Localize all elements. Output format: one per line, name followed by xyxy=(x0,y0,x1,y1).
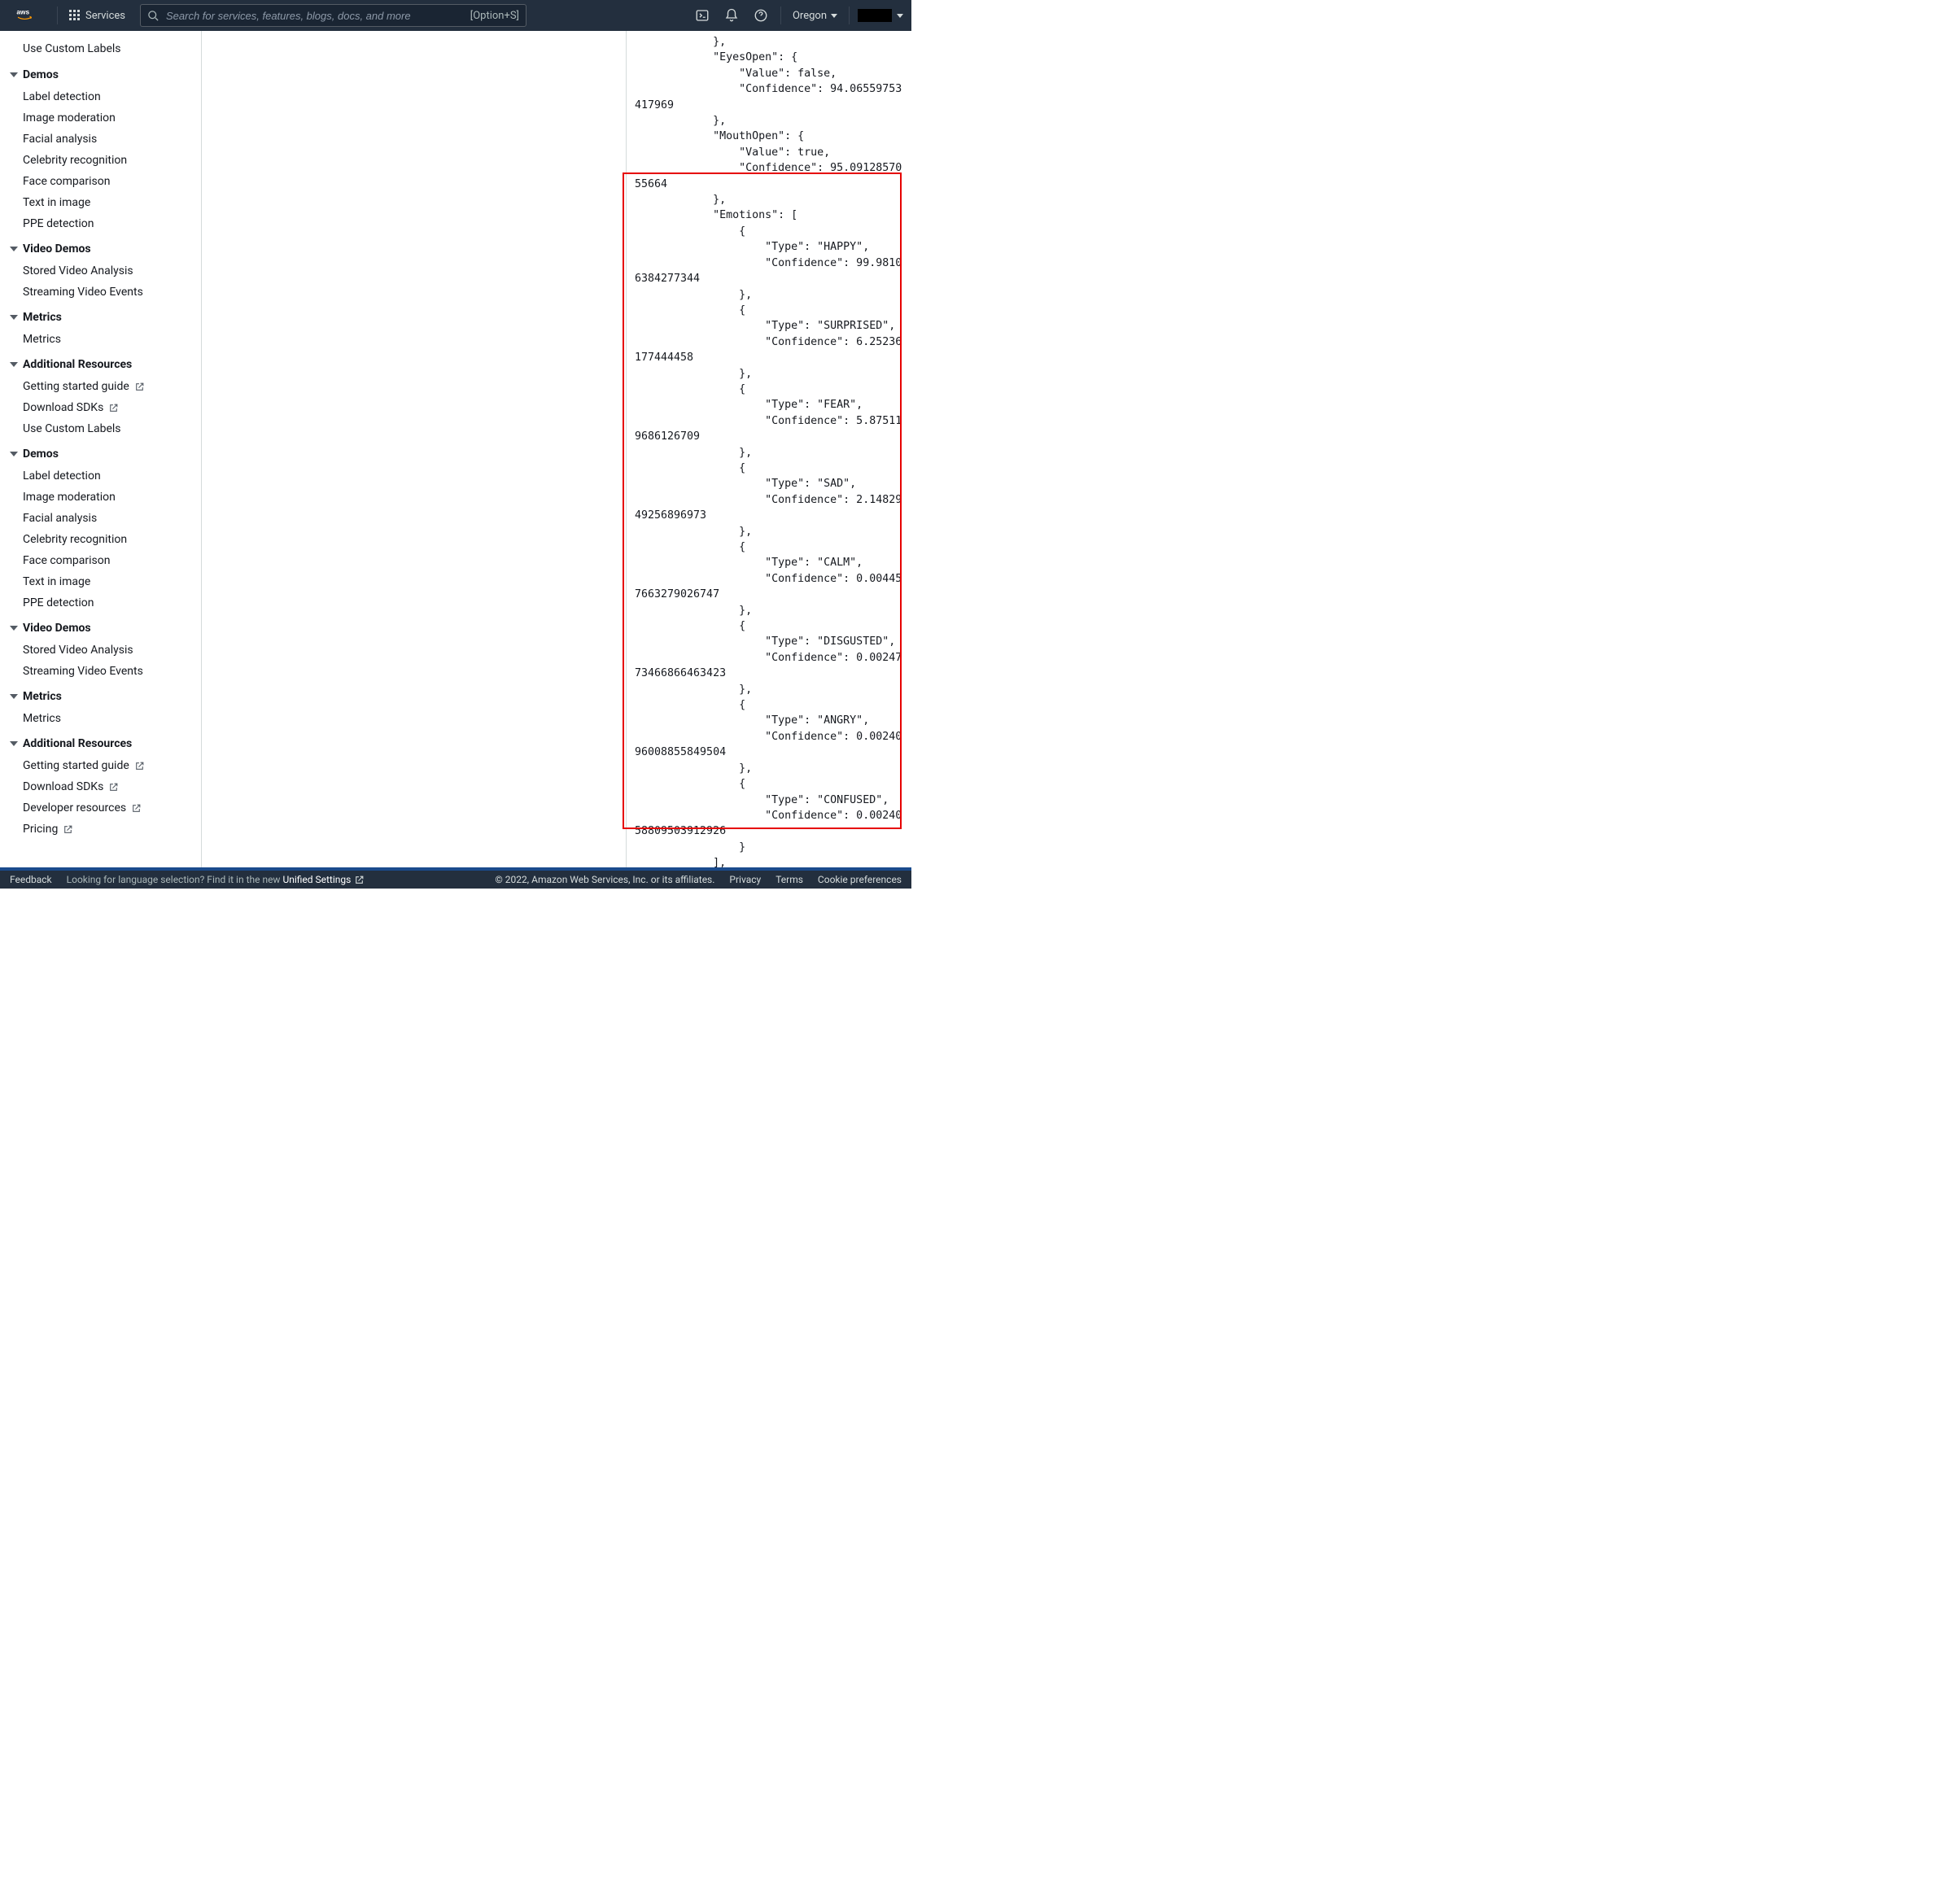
search-input[interactable] xyxy=(166,10,464,22)
svg-text:aws: aws xyxy=(16,7,29,15)
help-icon[interactable] xyxy=(746,3,776,28)
language-prompt: Looking for language selection? Find it … xyxy=(67,874,365,885)
sidebar-item-stored-video-analysis[interactable]: Stored Video Analysis xyxy=(0,260,201,282)
sidebar-section-video-demos[interactable]: Video Demos xyxy=(0,614,201,640)
terms-link[interactable]: Terms xyxy=(776,874,803,885)
notifications-icon[interactable] xyxy=(717,3,746,28)
sidebar-item-getting-started-guide[interactable]: Getting started guide xyxy=(0,376,201,397)
external-link-icon xyxy=(108,782,119,793)
external-link-icon xyxy=(134,761,145,771)
chevron-down-icon xyxy=(897,14,903,18)
sidebar-item-label-detection[interactable]: Label detection xyxy=(0,465,201,487)
sidebar: Use Custom Labels Demos Label detection … xyxy=(0,31,202,867)
external-link-icon xyxy=(354,875,365,885)
sidebar-item-face-comparison[interactable]: Face comparison xyxy=(0,171,201,192)
sidebar-item-use-custom-labels[interactable]: Use Custom Labels xyxy=(0,37,201,60)
section-label: Additional Resources xyxy=(23,737,132,750)
section-label: Metrics xyxy=(23,311,62,324)
footer: Feedback Looking for language selection?… xyxy=(0,867,911,889)
caret-down-icon xyxy=(10,315,18,320)
section-label: Additional Resources xyxy=(23,358,132,371)
sidebar-section-additional-resources[interactable]: Additional Resources xyxy=(0,729,201,755)
grid-icon xyxy=(69,10,81,21)
feedback-link[interactable]: Feedback xyxy=(10,874,52,885)
search-icon xyxy=(147,10,159,22)
sidebar-section-video-demos[interactable]: Video Demos xyxy=(0,234,201,260)
caret-down-icon xyxy=(10,72,18,77)
services-menu[interactable]: Services xyxy=(63,7,132,25)
sidebar-item-text-in-image[interactable]: Text in image xyxy=(0,192,201,213)
sidebar-item-ppe-detection[interactable]: PPE detection xyxy=(0,213,201,234)
sidebar-item-download-sdks[interactable]: Download SDKs xyxy=(0,397,201,418)
cloudshell-icon[interactable] xyxy=(688,3,717,28)
region-selector[interactable]: Oregon xyxy=(786,10,844,22)
copyright-text: © 2022, Amazon Web Services, Inc. or its… xyxy=(495,874,714,885)
aws-logo[interactable]: aws xyxy=(8,4,52,27)
sidebar-item-stored-video-analysis[interactable]: Stored Video Analysis xyxy=(0,640,201,661)
external-link-icon xyxy=(134,382,145,392)
sidebar-item-streaming-video-events[interactable]: Streaming Video Events xyxy=(0,282,201,303)
sidebar-item-use-custom-labels-2[interactable]: Use Custom Labels xyxy=(0,418,201,439)
sidebar-item-image-moderation[interactable]: Image moderation xyxy=(0,107,201,129)
sidebar-item-face-comparison[interactable]: Face comparison xyxy=(0,550,201,571)
sidebar-item-developer-resources[interactable]: Developer resources xyxy=(0,797,201,819)
search-box[interactable]: [Option+S] xyxy=(140,4,526,27)
sidebar-section-metrics[interactable]: Metrics xyxy=(0,682,201,708)
main-content xyxy=(202,31,627,867)
json-response-text: }, "EyesOpen": { "Value": false, "Confid… xyxy=(635,34,905,867)
unified-settings-link[interactable]: Unified Settings xyxy=(282,874,365,885)
divider xyxy=(849,7,850,24)
section-label: Video Demos xyxy=(23,242,91,255)
json-response-panel[interactable]: }, "EyesOpen": { "Value": false, "Confid… xyxy=(627,31,911,867)
external-link-icon xyxy=(108,403,119,413)
sidebar-section-additional-resources[interactable]: Additional Resources xyxy=(0,350,201,376)
sidebar-section-metrics[interactable]: Metrics xyxy=(0,303,201,329)
sidebar-item-getting-started-guide[interactable]: Getting started guide xyxy=(0,755,201,776)
caret-down-icon xyxy=(10,247,18,251)
caret-down-icon xyxy=(10,362,18,367)
sidebar-item-streaming-video-events[interactable]: Streaming Video Events xyxy=(0,661,201,682)
caret-down-icon xyxy=(10,452,18,456)
user-menu-redacted[interactable] xyxy=(858,9,892,22)
chevron-down-icon xyxy=(831,14,837,18)
sidebar-item-metrics[interactable]: Metrics xyxy=(0,708,201,729)
sidebar-item-celebrity-recognition[interactable]: Celebrity recognition xyxy=(0,529,201,550)
region-label: Oregon xyxy=(793,10,827,22)
services-label: Services xyxy=(85,10,125,22)
external-link-icon xyxy=(131,803,142,814)
sidebar-section-demos[interactable]: Demos xyxy=(0,60,201,86)
sidebar-item-download-sdks[interactable]: Download SDKs xyxy=(0,776,201,797)
sidebar-item-text-in-image[interactable]: Text in image xyxy=(0,571,201,592)
divider xyxy=(780,7,781,24)
section-label: Demos xyxy=(23,68,59,81)
sidebar-item-image-moderation[interactable]: Image moderation xyxy=(0,487,201,508)
sidebar-item-celebrity-recognition[interactable]: Celebrity recognition xyxy=(0,150,201,171)
caret-down-icon xyxy=(10,741,18,746)
sidebar-section-demos[interactable]: Demos xyxy=(0,439,201,465)
top-nav: aws Services [Option+S] xyxy=(0,0,911,31)
sidebar-item-ppe-detection[interactable]: PPE detection xyxy=(0,592,201,614)
sidebar-item-label-detection[interactable]: Label detection xyxy=(0,86,201,107)
section-label: Metrics xyxy=(23,690,62,703)
sidebar-item-facial-analysis[interactable]: Facial analysis xyxy=(0,129,201,150)
section-label: Video Demos xyxy=(23,622,91,635)
privacy-link[interactable]: Privacy xyxy=(729,874,761,885)
sidebar-item-metrics[interactable]: Metrics xyxy=(0,329,201,350)
caret-down-icon xyxy=(10,694,18,699)
external-link-icon xyxy=(63,824,73,835)
caret-down-icon xyxy=(10,626,18,631)
sidebar-item-facial-analysis[interactable]: Facial analysis xyxy=(0,508,201,529)
search-shortcut: [Option+S] xyxy=(470,10,519,22)
divider xyxy=(57,7,58,24)
cookie-preferences-link[interactable]: Cookie preferences xyxy=(818,874,902,885)
section-label: Demos xyxy=(23,448,59,461)
sidebar-item-pricing[interactable]: Pricing xyxy=(0,819,201,840)
